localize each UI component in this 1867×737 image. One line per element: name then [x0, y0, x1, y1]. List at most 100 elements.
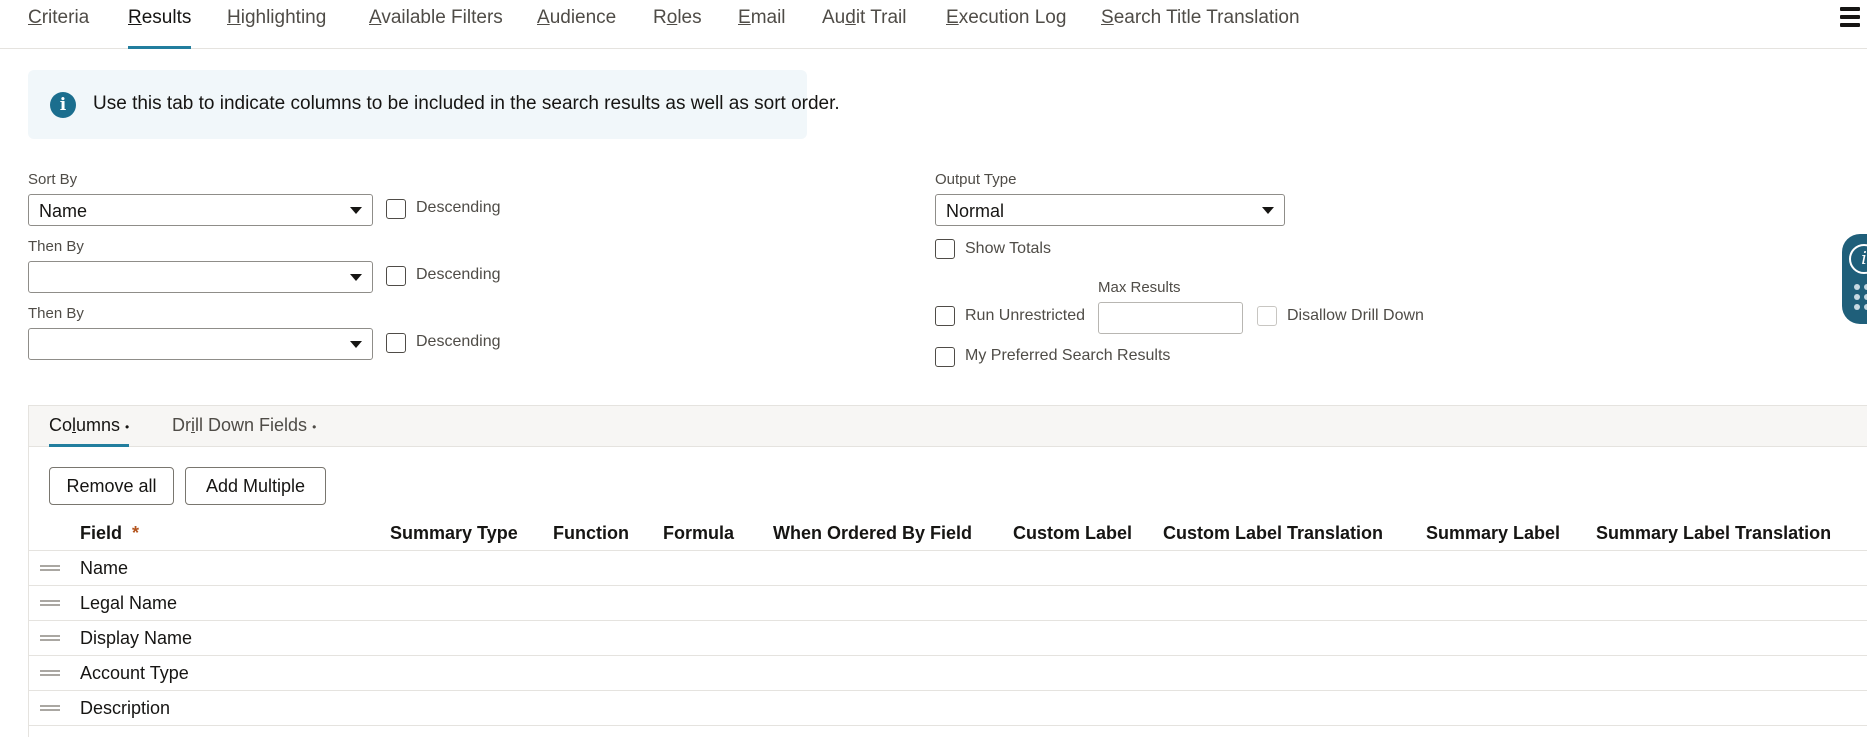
header-when-ordered-by-field: When Ordered By Field — [773, 523, 973, 543]
max-results-label: Max Results — [1098, 279, 1181, 296]
header-summary-label: Summary Label — [1426, 523, 1561, 543]
header-function: Function — [553, 523, 629, 543]
tab-label-accesskey: H — [227, 7, 241, 28]
tab-label: it Trail — [855, 7, 907, 28]
table-row[interactable]: Description — [28, 691, 1867, 726]
tab-label: earch Title Translation — [1113, 7, 1300, 28]
tab-label: les — [677, 7, 702, 28]
table-row[interactable]: Name — [28, 551, 1867, 586]
header-formula: Formula — [663, 523, 735, 543]
tab-available-filters[interactable]: Available Filters — [369, 6, 503, 49]
sort-by-select[interactable]: Name — [28, 194, 373, 226]
table-row[interactable]: Legal Name — [28, 586, 1867, 621]
drag-handle-icon[interactable] — [40, 670, 60, 676]
subtab-label: ll Down Fields — [195, 415, 308, 435]
header-summary-type: Summary Type — [390, 523, 518, 543]
header-field-label: Field — [80, 523, 123, 543]
sort-by-label: Sort By — [28, 171, 78, 188]
max-results-input[interactable] — [1098, 302, 1243, 334]
tab-label-accesskey: A — [369, 7, 382, 28]
sort-by-descending-label: Descending — [416, 199, 501, 216]
remove-all-button[interactable]: Remove all — [49, 467, 174, 505]
output-type-label: Output Type — [935, 171, 1017, 188]
tab-label: vailable Filters — [381, 7, 503, 28]
then-by-2-select[interactable] — [28, 328, 373, 360]
tab-label-accesskey: S — [1101, 7, 1114, 28]
info-banner: i Use this tab to indicate columns to be… — [28, 70, 840, 139]
tab-label: Au — [822, 7, 846, 28]
tab-email[interactable]: Email — [738, 6, 786, 49]
tab-bar: Criteria Results Highlighting Available … — [0, 0, 1867, 49]
grid-dots-icon — [1854, 284, 1867, 314]
run-unrestricted-label: Run Unrestricted — [965, 307, 1086, 324]
tab-label: R — [653, 7, 667, 28]
then-by-1-descending-label: Descending — [416, 266, 501, 283]
then-by-2-label: Then By — [28, 305, 84, 322]
required-marker: * — [132, 523, 140, 543]
tab-label-accesskey: d — [845, 7, 856, 28]
row-field-value: Name — [80, 558, 129, 578]
tab-execution-log[interactable]: Execution Log — [946, 6, 1066, 49]
side-help-widget[interactable]: i — [1842, 234, 1867, 324]
then-by-1-label: Then By — [28, 238, 84, 255]
row-field-value: Display Name — [80, 628, 193, 648]
drag-handle-icon[interactable] — [40, 600, 60, 606]
subtab-columns[interactable]: Columns • — [49, 415, 130, 447]
tab-audience[interactable]: Audience — [537, 6, 616, 49]
header-custom-label: Custom Label — [1013, 523, 1133, 543]
header-custom-label-translation: Custom Label Translation — [1163, 523, 1384, 543]
tab-label: esults — [141, 7, 192, 28]
tab-label-accesskey: C — [28, 7, 42, 28]
tab-label-accesskey: R — [128, 7, 142, 28]
tab-label-accesskey: A — [537, 7, 550, 28]
drag-handle-icon[interactable] — [40, 705, 60, 711]
subtab-label: umns — [76, 415, 121, 435]
tab-label-accesskey: E — [738, 7, 751, 28]
tab-label: ighlighting — [240, 7, 327, 28]
info-icon: i — [1849, 244, 1867, 274]
disallow-drill-down-label: Disallow Drill Down — [1287, 307, 1424, 324]
caret-down-icon — [350, 341, 362, 348]
tab-criteria[interactable]: Criteria — [28, 6, 89, 49]
drag-handle-icon[interactable] — [40, 635, 60, 641]
my-preferred-search-results-checkbox[interactable] — [935, 347, 955, 367]
tab-search-title-translation[interactable]: Search Title Translation — [1101, 6, 1300, 49]
subtab-label: Co — [49, 415, 73, 435]
table-row[interactable]: Account Type — [28, 656, 1867, 691]
caret-down-icon — [350, 274, 362, 281]
tab-label: udience — [549, 7, 617, 28]
subtab-label: Dr — [172, 415, 191, 435]
hamburger-menu-icon[interactable] — [1840, 7, 1860, 28]
tab-highlighting[interactable]: Highlighting — [227, 6, 326, 49]
subtab-drill-down-fields[interactable]: Drill Down Fields • — [172, 415, 316, 447]
add-multiple-button[interactable]: Add Multiple — [185, 467, 326, 505]
drag-handle-icon[interactable] — [40, 565, 60, 571]
then-by-1-select[interactable] — [28, 261, 373, 293]
my-preferred-search-results-label: My Preferred Search Results — [965, 347, 1171, 364]
table-row[interactable]: Display Name — [28, 621, 1867, 656]
row-field-value: Account Type — [80, 663, 189, 683]
show-totals-label: Show Totals — [965, 240, 1051, 257]
output-type-value: Normal — [946, 201, 1005, 221]
run-unrestricted-checkbox[interactable] — [935, 306, 955, 326]
tab-results[interactable]: Results — [128, 6, 192, 49]
info-banner-text: Use this tab to indicate columns to be i… — [93, 93, 840, 114]
sort-by-descending-checkbox[interactable] — [386, 199, 406, 219]
row-field-value: Legal Name — [80, 593, 178, 613]
tab-label: riteria — [41, 7, 90, 28]
tab-label: mail — [750, 7, 786, 28]
tab-label-accesskey: o — [666, 7, 678, 28]
tab-audit-trail[interactable]: Audit Trail — [822, 6, 907, 49]
tab-roles[interactable]: Roles — [653, 6, 702, 49]
output-type-select[interactable]: Normal — [935, 194, 1285, 226]
results-subtabs: Columns • Drill Down Fields • — [28, 405, 1867, 447]
caret-down-icon — [1262, 207, 1274, 214]
then-by-1-descending-checkbox[interactable] — [386, 266, 406, 286]
subtab-dot: • — [312, 420, 317, 434]
info-icon: i — [50, 92, 76, 118]
sort-by-value: Name — [39, 201, 88, 221]
header-summary-label-translation: Summary Label Translation — [1596, 523, 1832, 543]
then-by-2-descending-checkbox[interactable] — [386, 333, 406, 353]
show-totals-checkbox[interactable] — [935, 239, 955, 259]
disallow-drill-down-checkbox[interactable] — [1257, 306, 1277, 326]
